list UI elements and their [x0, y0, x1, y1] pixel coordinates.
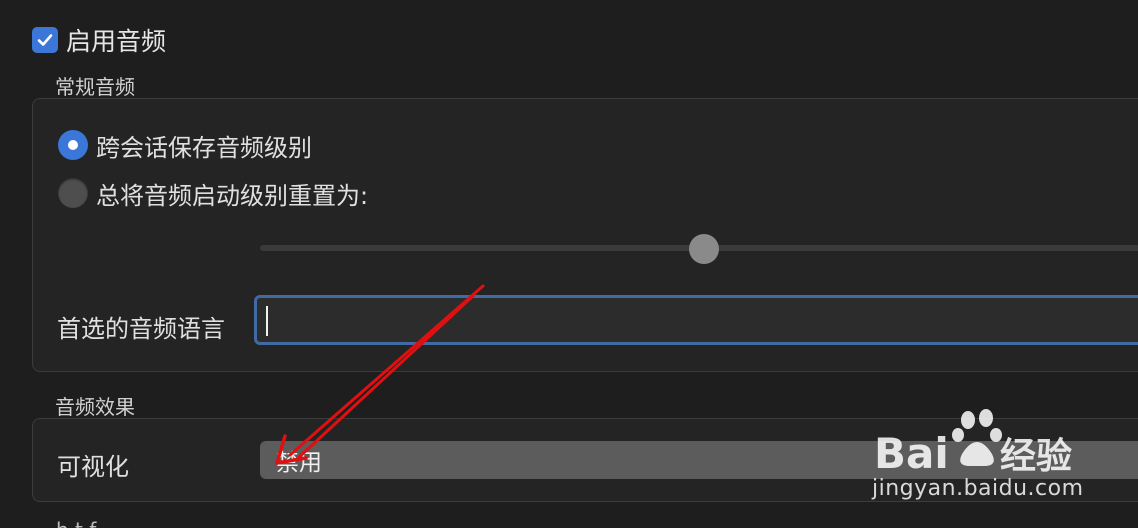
- preferred-language-input[interactable]: [254, 295, 1138, 345]
- visualize-select-value: 禁用: [276, 450, 322, 476]
- enable-audio-row[interactable]: 启用音频: [32, 24, 166, 56]
- visualize-label: 可视化: [57, 453, 129, 481]
- audio-preferences-panel: 启用音频 常规音频 跨会话保存音频级别 总将音频启动级别重置为: 首选的音频语言…: [0, 0, 1138, 528]
- visualize-select[interactable]: 禁用: [260, 441, 1138, 479]
- enable-audio-checkbox[interactable]: [32, 27, 58, 53]
- radio-keep-level[interactable]: [58, 130, 88, 160]
- enable-audio-label: 启用音频: [66, 27, 167, 56]
- checkmark-icon: [37, 34, 53, 46]
- radio-keep-level-row[interactable]: 跨会话保存音频级别: [58, 128, 312, 162]
- text-caret: [266, 306, 268, 336]
- radio-reset-level[interactable]: [58, 178, 88, 208]
- general-audio-title: 常规音频: [55, 75, 135, 99]
- watermark-url: jingyan.baidu.com: [872, 476, 1084, 501]
- radio-reset-level-row[interactable]: 总将音频启动级别重置为:: [58, 176, 368, 210]
- cut-off-section-title: h t f: [56, 518, 96, 528]
- preferred-language-label: 首选的音频语言: [57, 315, 225, 343]
- audio-effects-title: 音频效果: [55, 395, 135, 419]
- radio-reset-level-label: 总将音频启动级别重置为:: [96, 181, 369, 210]
- startup-level-slider-thumb[interactable]: [689, 234, 719, 264]
- radio-keep-level-label: 跨会话保存音频级别: [96, 133, 312, 162]
